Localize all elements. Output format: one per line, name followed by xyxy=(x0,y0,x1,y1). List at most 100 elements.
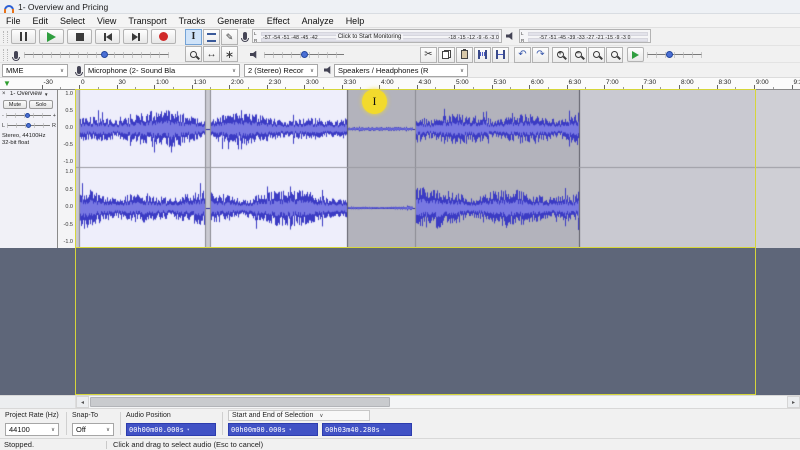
playback-volume-group xyxy=(248,47,344,62)
time-shift-tool-button[interactable]: ↔ xyxy=(203,46,220,62)
scale-label: -0.5 xyxy=(64,222,73,228)
ruler-label: 6:30 xyxy=(569,79,582,86)
stop-button[interactable] xyxy=(67,29,92,44)
toolbar-grip[interactable] xyxy=(3,31,8,43)
timeline-ruler[interactable]: ▼ -300301:001:302:002:303:003:304:004:30… xyxy=(0,78,800,90)
recording-meter[interactable]: LR -57 -54 -51 -48 -45 -42 Click to Star… xyxy=(252,29,502,43)
menu-generate[interactable]: Generate xyxy=(211,14,261,27)
ruler-minor-tick xyxy=(660,87,661,89)
audio-position-field[interactable]: 00h00m00.000s▾ xyxy=(126,423,216,436)
scroll-left-button[interactable]: ◂ xyxy=(76,396,89,408)
play-speed-slider[interactable] xyxy=(647,49,702,60)
trim-audio-button[interactable] xyxy=(474,47,491,63)
ruler-minor-tick xyxy=(135,87,136,89)
timeline-pin-icon[interactable]: ▼ xyxy=(3,78,11,89)
recording-device-select[interactable]: Microphone (2- Sound Bla∨ xyxy=(84,64,240,77)
menu-edit[interactable]: Edit xyxy=(27,14,55,27)
playback-volume-thumb[interactable] xyxy=(301,51,308,58)
selection-tool-button[interactable]: I xyxy=(185,29,202,45)
fit-project-button[interactable] xyxy=(606,47,623,63)
ruler-minor-tick xyxy=(173,87,174,89)
recording-meter-toolbar: LR -57 -54 -51 -48 -45 -42 Click to Star… xyxy=(240,29,502,43)
ruler-tick xyxy=(529,85,530,89)
selection-end-field[interactable]: 00h03m40.280s▾ xyxy=(322,423,412,436)
recording-volume-thumb[interactable] xyxy=(101,51,108,58)
ruler-tick xyxy=(192,85,193,89)
pause-button[interactable] xyxy=(11,29,36,44)
skip-to-start-button[interactable] xyxy=(95,29,120,44)
record-button[interactable] xyxy=(151,29,176,44)
pan-slider-thumb[interactable] xyxy=(26,123,31,128)
ruler-label: 4:30 xyxy=(419,79,432,86)
menu-effect[interactable]: Effect xyxy=(261,14,296,27)
project-rate-select[interactable]: 44100∨ xyxy=(5,423,59,436)
ruler-minor-tick xyxy=(285,87,286,89)
draw-tool-button[interactable]: ✎ xyxy=(221,29,238,45)
cut-button[interactable]: ✂ xyxy=(420,47,437,63)
menu-file[interactable]: File xyxy=(0,14,27,27)
zoom-out-button[interactable] xyxy=(570,47,587,63)
menu-tracks[interactable]: Tracks xyxy=(173,14,212,27)
fit-project-icon xyxy=(611,51,618,58)
ruler-tick xyxy=(304,85,305,89)
undo-button[interactable]: ↶ xyxy=(514,47,531,63)
menu-transport[interactable]: Transport xyxy=(122,14,172,27)
menu-help[interactable]: Help xyxy=(340,14,371,27)
play-button[interactable] xyxy=(39,29,64,44)
recording-channels-select[interactable]: 2 (Stereo) Recor∨ xyxy=(244,64,318,77)
skip-to-end-button[interactable] xyxy=(123,29,148,44)
audio-host-select[interactable]: MME∨ xyxy=(2,64,68,77)
waveform-canvas[interactable] xyxy=(76,90,800,248)
vertical-scale[interactable]: 1.00.50.0-0.5-1.01.00.50.0-0.5-1.0 xyxy=(58,90,76,248)
audacity-window: 1- Overview and Pricing FileEditSelectVi… xyxy=(0,0,800,450)
zoom-tool-button[interactable] xyxy=(185,46,202,62)
solo-button[interactable]: Solo xyxy=(29,100,53,109)
menu-select[interactable]: Select xyxy=(54,14,91,27)
mute-button[interactable]: Mute xyxy=(3,100,27,109)
play-at-speed-button[interactable] xyxy=(627,47,644,62)
ruler-tick xyxy=(154,85,155,89)
menu-analyze[interactable]: Analyze xyxy=(296,14,340,27)
gain-slider-thumb[interactable] xyxy=(25,113,30,118)
pan-slider[interactable] xyxy=(7,121,50,130)
menu-view[interactable]: View xyxy=(91,14,122,27)
selection-toolbar: Project Rate (Hz) 44100∨ Snap-To Off∨ Au… xyxy=(0,408,800,438)
snap-to-select[interactable]: Off∨ xyxy=(72,423,114,436)
ruler-minor-tick xyxy=(473,87,474,89)
meter-channel-labels: LR xyxy=(254,30,257,43)
zoom-in-button[interactable] xyxy=(552,47,569,63)
track-menu-arrow-icon: ▼ xyxy=(44,92,48,97)
silence-audio-button[interactable] xyxy=(492,47,509,63)
scrollbar-thumb[interactable] xyxy=(90,397,390,407)
copy-button[interactable] xyxy=(438,47,455,63)
scale-label: -1.0 xyxy=(64,239,73,245)
multi-tool-button[interactable]: ∗ xyxy=(221,46,238,62)
playback-device-select[interactable]: Speakers / Headphones (R∨ xyxy=(334,64,468,77)
ruler-tick xyxy=(567,85,568,89)
scroll-right-button[interactable]: ▸ xyxy=(787,396,800,408)
scale-label: 0.0 xyxy=(65,125,73,131)
play-speed-thumb[interactable] xyxy=(666,51,673,58)
pan-slider-row: L R xyxy=(2,121,56,130)
playback-volume-slider[interactable] xyxy=(264,49,344,60)
horizontal-scrollbar[interactable]: ◂ ▸ xyxy=(75,396,800,408)
envelope-tool-button[interactable] xyxy=(203,29,220,45)
selection-start-field[interactable]: 00h00m00.000s▾ xyxy=(228,423,318,436)
time-shift-tool-icon: ↔ xyxy=(207,49,217,60)
selection-range-select[interactable]: Start and End of Selection∨ xyxy=(228,410,370,421)
gain-slider[interactable] xyxy=(6,111,51,120)
ruler-minor-tick xyxy=(773,87,774,89)
meter-channel-labels: LR xyxy=(521,30,524,43)
track-title[interactable]: 1- Overview▼ xyxy=(10,91,56,97)
paste-button[interactable] xyxy=(456,47,473,63)
separator xyxy=(222,412,223,435)
fit-selection-button[interactable] xyxy=(588,47,605,63)
monitoring-hint[interactable]: Click to Start Monitoring xyxy=(336,34,404,40)
recording-volume-slider[interactable] xyxy=(24,49,169,60)
redo-button[interactable]: ↷ xyxy=(532,47,549,63)
toolbar-grip[interactable] xyxy=(3,49,8,61)
ruler-tick xyxy=(454,85,455,89)
playback-meter[interactable]: LR -57 -51 -45 -39 -33 -27 -21 -15 -9 -3… xyxy=(519,29,651,43)
draw-tool-icon: ✎ xyxy=(226,32,234,43)
track-close-button[interactable]: × xyxy=(2,91,6,97)
